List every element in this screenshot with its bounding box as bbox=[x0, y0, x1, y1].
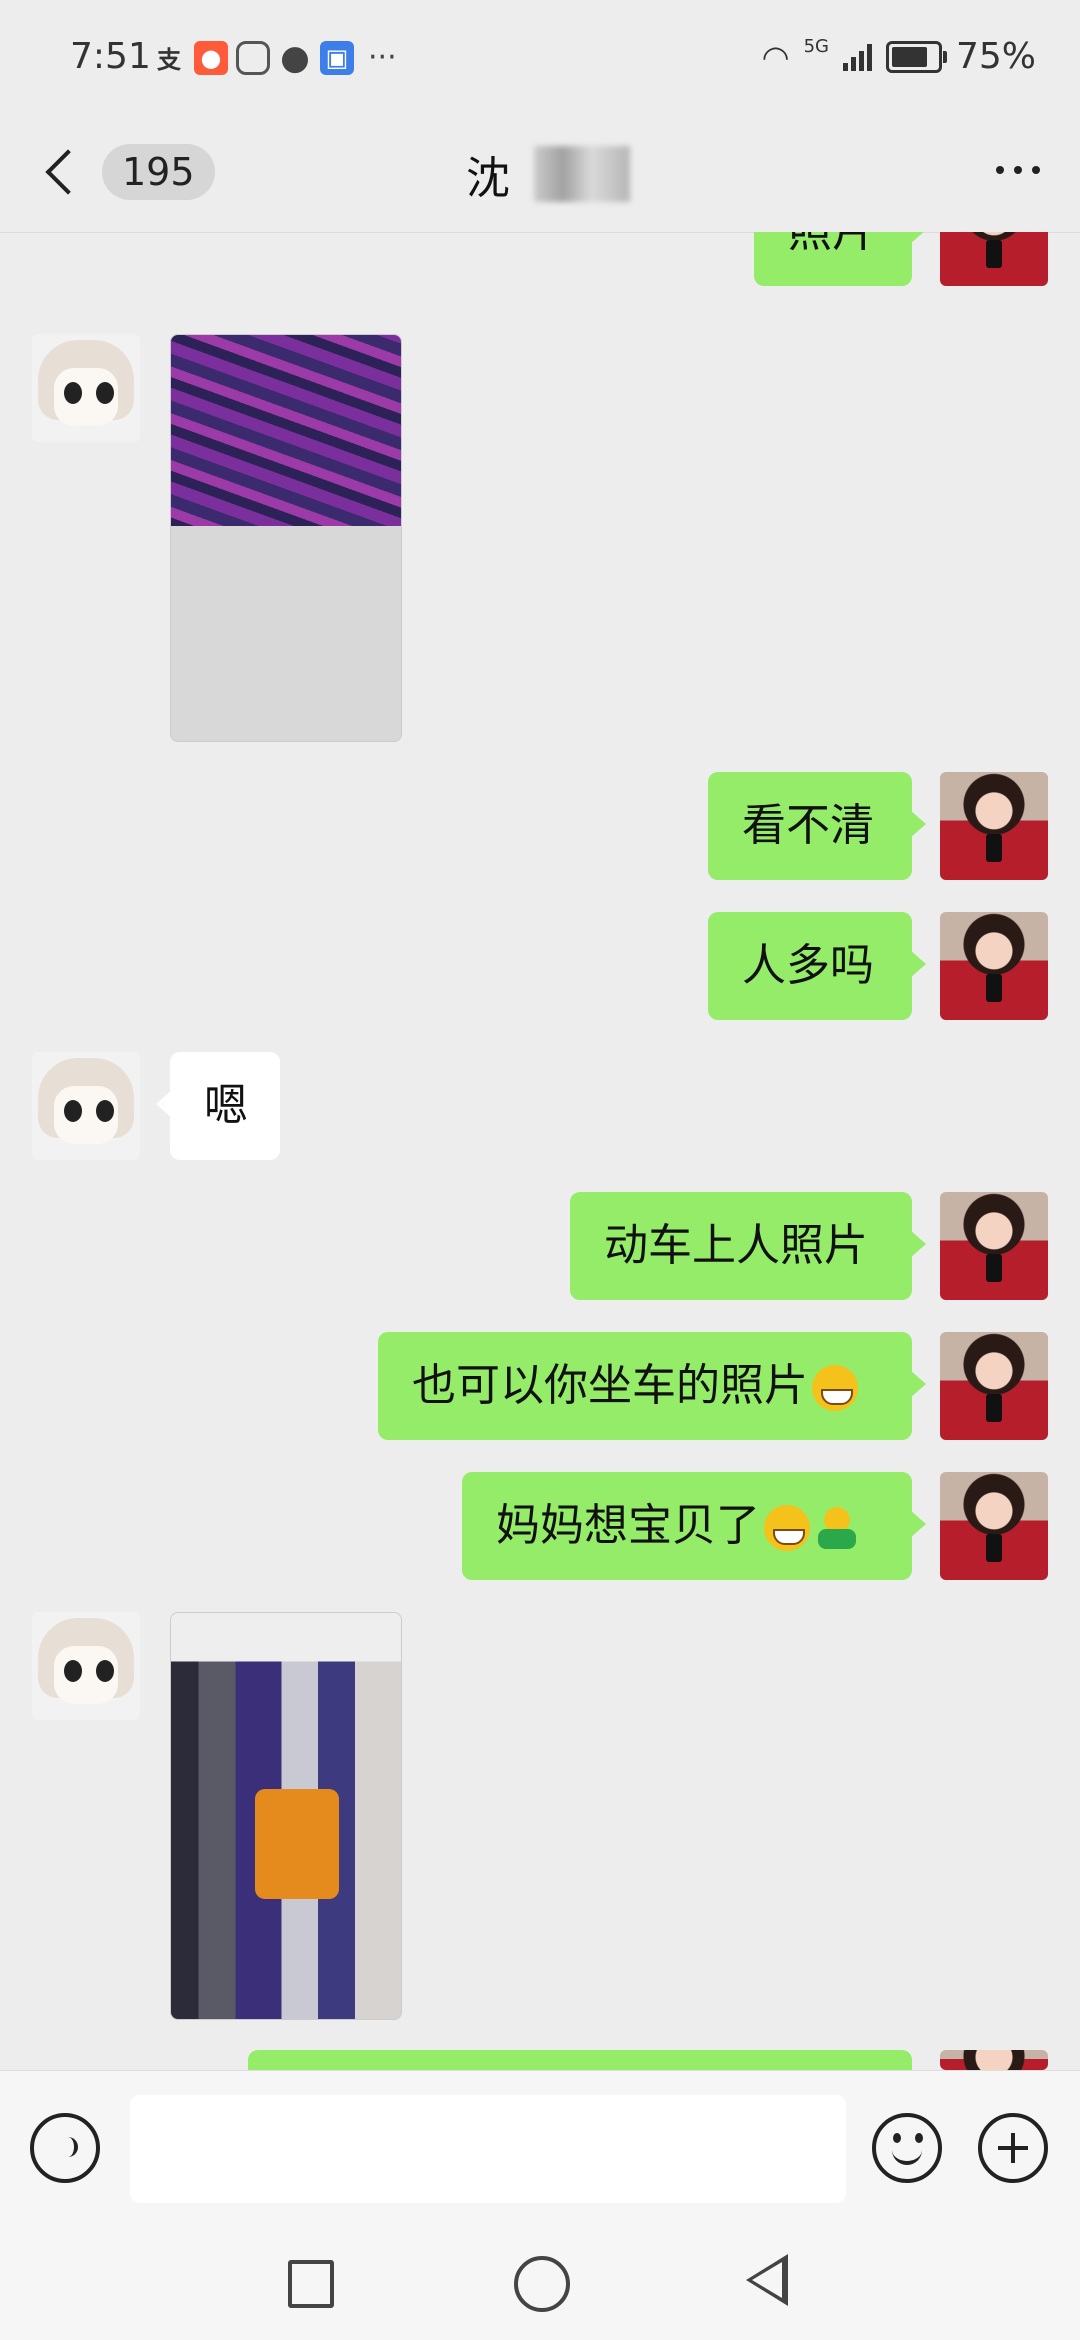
contact-avatar[interactable] bbox=[32, 1052, 140, 1160]
my-avatar[interactable] bbox=[940, 2050, 1048, 2070]
message-text: 看不清 bbox=[742, 800, 874, 851]
message-text: 动车上人照片 bbox=[604, 1220, 868, 1271]
contact-name: 沈 bbox=[466, 153, 510, 204]
grin-icon bbox=[812, 1365, 858, 1411]
more-notifications-icon: ··· bbox=[368, 40, 397, 75]
my-avatar[interactable] bbox=[940, 1192, 1048, 1300]
back-button[interactable]: 195 bbox=[38, 144, 215, 200]
chevron-left-icon bbox=[45, 149, 91, 195]
input-bar bbox=[0, 2070, 1080, 2225]
more-actions-button[interactable] bbox=[978, 2113, 1048, 2183]
status-time: 7:51 bbox=[70, 36, 151, 77]
message-bubble[interactable] bbox=[248, 2050, 912, 2070]
status-bar: 7:51 支 ● ● ▣ ··· ◠ 5G 75% bbox=[0, 0, 1080, 120]
message-bubble[interactable]: 人多吗 bbox=[708, 912, 926, 1020]
notification-icons: 支 ● ● ▣ ··· bbox=[152, 37, 397, 78]
my-avatar[interactable] bbox=[940, 1472, 1048, 1580]
system-navigation-bar bbox=[0, 2224, 1080, 2340]
network-label: 5G bbox=[803, 36, 829, 57]
wifi-icon: ◠ bbox=[761, 37, 790, 76]
message-text: 妈妈想宝贝了 bbox=[496, 1500, 760, 1551]
message-text: 也可以你坐车的照片 bbox=[412, 1360, 808, 1411]
hug-icon bbox=[814, 1505, 860, 1551]
message-bubble[interactable]: 动车上人照片 bbox=[570, 1192, 926, 1300]
kuaishou-icon: ● bbox=[194, 40, 228, 75]
message-bubble[interactable]: 也可以你坐车的照片 bbox=[378, 1332, 926, 1440]
image-message[interactable] bbox=[170, 334, 402, 742]
signal-icon bbox=[842, 43, 872, 71]
status-right: ◠ 5G 75% bbox=[762, 36, 1036, 77]
my-avatar[interactable] bbox=[940, 772, 1048, 880]
more-options-icon[interactable] bbox=[996, 166, 1040, 174]
message-text: 嗯 bbox=[204, 1080, 248, 1131]
unread-badge: 195 bbox=[102, 144, 215, 200]
voice-input-button[interactable] bbox=[30, 2113, 100, 2183]
blurred-name bbox=[534, 146, 630, 202]
shield-icon bbox=[236, 40, 270, 75]
message-bubble[interactable]: 嗯 bbox=[156, 1052, 280, 1160]
grin-icon bbox=[764, 1505, 810, 1551]
contact-avatar[interactable] bbox=[32, 1612, 140, 1720]
message-text: 人多吗 bbox=[742, 940, 874, 991]
message-icon: ● bbox=[280, 37, 310, 78]
emoji-button[interactable] bbox=[872, 2113, 942, 2183]
my-avatar[interactable] bbox=[940, 912, 1048, 1020]
message-bubble[interactable]: 照片 bbox=[754, 232, 926, 286]
my-avatar[interactable] bbox=[940, 1332, 1048, 1440]
image-message[interactable] bbox=[170, 1612, 402, 2020]
message-bubble[interactable]: 看不清 bbox=[708, 772, 926, 880]
back-nav-button[interactable] bbox=[746, 2254, 788, 2306]
chat-header: 195 沈 bbox=[0, 120, 1080, 233]
recent-apps-button[interactable] bbox=[288, 2260, 334, 2308]
wallet-icon: ▣ bbox=[320, 40, 354, 75]
battery-level: 75% bbox=[955, 36, 1036, 77]
battery-icon bbox=[885, 40, 947, 73]
message-list[interactable]: 照片 看不清 人多吗 嗯 动车上人照片 也可以你坐车的照片 妈妈想宝贝了 bbox=[0, 232, 1080, 2070]
my-avatar[interactable] bbox=[940, 232, 1048, 286]
alipay-icon: 支 bbox=[157, 46, 181, 74]
message-bubble[interactable]: 妈妈想宝贝了 bbox=[462, 1472, 926, 1580]
message-input[interactable] bbox=[130, 2095, 846, 2203]
message-text: 照片 bbox=[788, 232, 876, 257]
home-button[interactable] bbox=[514, 2256, 570, 2312]
contact-avatar[interactable] bbox=[32, 334, 140, 442]
